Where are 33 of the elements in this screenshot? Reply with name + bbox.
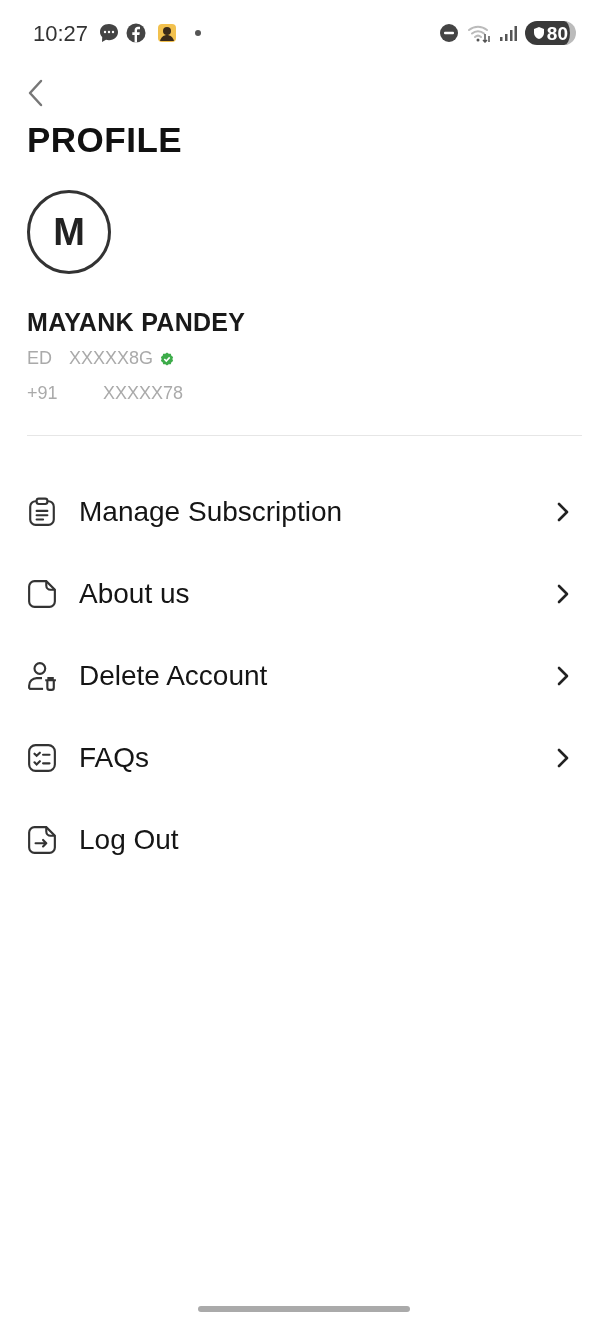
menu-item[interactable]: About us — [27, 553, 582, 635]
note-icon — [27, 579, 57, 609]
clipboard-icon — [27, 497, 57, 527]
menu-item[interactable]: FAQs — [27, 717, 582, 799]
menu-item[interactable]: Delete Account — [27, 635, 582, 717]
status-time: 10:27 — [33, 19, 89, 48]
note-arrow-icon — [27, 825, 57, 855]
wifi-icon — [466, 23, 491, 43]
f-logo-icon — [126, 23, 147, 43]
back-chevron-icon — [27, 79, 43, 107]
do-not-disturb-icon — [438, 23, 459, 43]
id-prefix: ED — [27, 347, 53, 370]
signal-icon — [498, 24, 517, 42]
shield-icon — [532, 26, 545, 40]
phone-number: XXXXX78 — [103, 382, 184, 405]
menu-item[interactable]: Manage Subscription — [27, 471, 582, 553]
avatar-app-icon — [157, 23, 178, 43]
battery-level: 80 — [546, 23, 568, 43]
menu-item[interactable]: Log Out — [27, 799, 582, 881]
avatar: M — [27, 190, 111, 274]
page-title: PROFILE — [27, 122, 184, 157]
menu-label: Manage Subscription — [79, 495, 344, 529]
menu-label: Delete Account — [79, 659, 269, 693]
user-trash-icon — [27, 661, 57, 691]
menu-label: FAQs — [79, 741, 150, 775]
id-number: XXXXX8G — [69, 347, 154, 370]
chat-bubble-icon — [99, 23, 120, 43]
user-name: MAYANK PANDEY — [27, 310, 247, 335]
dot-icon — [194, 29, 203, 37]
menu-label: Log Out — [79, 823, 180, 857]
phone-prefix: +91 — [27, 382, 59, 405]
menu-label: About us — [79, 577, 191, 611]
checklist-icon — [27, 743, 57, 773]
